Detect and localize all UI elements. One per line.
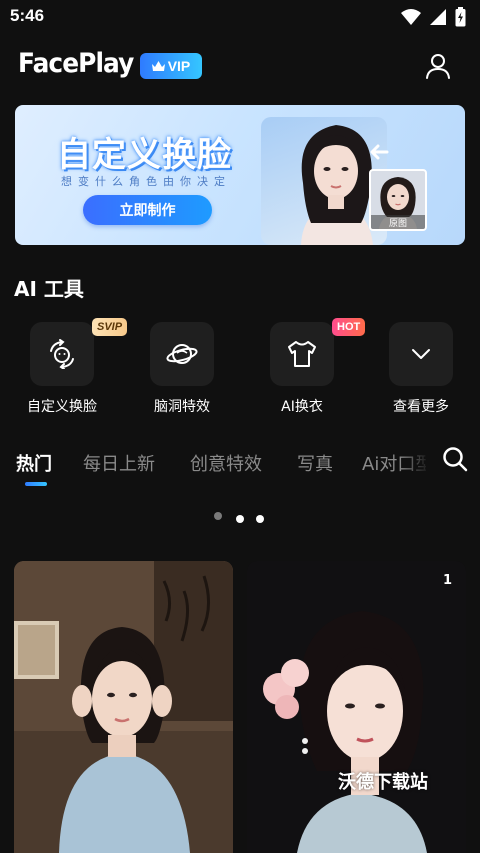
arrow-left-icon xyxy=(370,144,389,160)
crown-icon xyxy=(151,60,165,71)
vip-badge[interactable]: VIP xyxy=(140,53,202,79)
feed-card-image xyxy=(247,561,466,853)
banner-subtitle: 想变什么角色由你决定 xyxy=(61,175,231,188)
svip-tag: SVIP xyxy=(92,318,128,336)
feed-card[interactable]: 1 xyxy=(247,561,466,853)
ai-tools-grid: SVIP 自定义换脸 脑洞特效 HOT AI换衣 查看更多 xyxy=(0,318,480,420)
tool-see-more-label: 查看更多 xyxy=(393,399,449,415)
tool-face-swap-tile[interactable]: SVIP xyxy=(30,318,128,386)
wifi-icon xyxy=(401,9,421,25)
pager-dot xyxy=(256,515,264,523)
banner-make-button[interactable]: 立即制作 xyxy=(83,195,212,225)
pager-dot-active xyxy=(214,512,222,520)
tool-face-swap[interactable]: SVIP 自定义换脸 xyxy=(7,318,128,420)
tool-see-more[interactable]: 查看更多 xyxy=(366,320,476,420)
category-tabs: 热门 每日上新 创意特效 写真 Ai对口型 xyxy=(0,440,480,490)
tool-ai-outfit-tile[interactable]: HOT xyxy=(270,318,366,386)
tool-ai-outfit-label: AI换衣 xyxy=(281,399,323,415)
status-time: 5:46 xyxy=(10,6,45,25)
tool-brain-effects[interactable]: 脑洞特效 xyxy=(127,320,237,420)
tab-daily-new[interactable]: 每日上新 xyxy=(83,450,155,476)
feed-card-image xyxy=(14,561,233,853)
hot-tag: HOT xyxy=(332,318,366,336)
app-header: FacePlay VIP xyxy=(0,34,480,98)
promo-banner[interactable]: 自定义换脸 想变什么角色由你决定 立即制作 原图 xyxy=(15,105,465,245)
card-count-badge: 1 xyxy=(442,573,452,588)
planet-icon xyxy=(166,344,198,364)
tab-hot[interactable]: 热门 xyxy=(16,450,52,476)
tabs-fade xyxy=(400,440,430,486)
active-tab-indicator xyxy=(25,482,47,486)
status-bar: 5:46 xyxy=(0,0,480,34)
original-photo-thumbnail: 原图 xyxy=(369,169,427,231)
pager-dots xyxy=(214,512,266,526)
signal-icon xyxy=(430,9,446,25)
pager-dot xyxy=(236,515,244,523)
battery-icon xyxy=(455,7,466,27)
user-icon[interactable] xyxy=(424,52,452,80)
original-photo-label: 原图 xyxy=(371,215,425,229)
chevron-down-icon xyxy=(412,349,430,359)
tool-brain-effects-tile[interactable] xyxy=(150,322,214,386)
face-swap-icon xyxy=(50,339,74,369)
feed-card[interactable] xyxy=(14,561,233,853)
vip-label: VIP xyxy=(167,58,191,74)
tab-creative-effects[interactable]: 创意特效 xyxy=(190,450,262,476)
tool-see-more-tile[interactable] xyxy=(389,322,453,386)
app-logo: FacePlay xyxy=(18,48,134,79)
tool-ai-outfit[interactable]: HOT AI换衣 xyxy=(247,318,366,420)
tab-portrait[interactable]: 写真 xyxy=(297,450,333,476)
shirt-icon xyxy=(288,341,316,367)
tool-brain-effects-label: 脑洞特效 xyxy=(154,399,210,415)
watermark-text: 沃德下载站 xyxy=(338,772,428,793)
tool-face-swap-label: 自定义换脸 xyxy=(27,399,97,415)
search-icon[interactable] xyxy=(442,446,468,472)
ai-tools-title: AI 工具 xyxy=(14,277,84,301)
status-icons xyxy=(401,7,466,27)
banner-title: 自定义换脸 xyxy=(57,135,232,175)
